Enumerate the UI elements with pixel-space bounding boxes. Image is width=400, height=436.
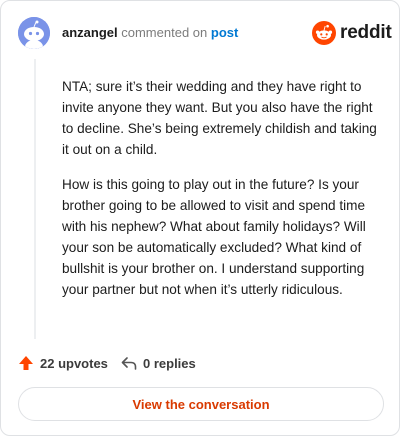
reddit-logo[interactable]: reddit xyxy=(312,21,392,45)
reddit-wordmark: reddit xyxy=(340,22,392,43)
comment-card: anzangel commented on post reddit NTA; s… xyxy=(0,0,400,436)
reply-arrow-icon xyxy=(121,357,137,370)
author-name[interactable]: anzangel xyxy=(62,25,118,40)
snoo-avatar-icon xyxy=(18,17,50,49)
upvotes-count: 22 upvotes xyxy=(40,355,108,371)
action-text: commented on xyxy=(121,25,208,40)
comment-body: NTA; sure it’s their wedding and they ha… xyxy=(62,76,384,314)
upvote-arrow-icon xyxy=(19,356,33,370)
reddit-snoo-icon xyxy=(312,21,336,45)
user-avatar[interactable] xyxy=(18,17,50,49)
comment-paragraph: NTA; sure it’s their wedding and they ha… xyxy=(62,79,377,157)
thread-line[interactable] xyxy=(34,59,36,339)
replies-count: 0 replies xyxy=(143,355,196,371)
comment-paragraph: How is this going to play out in the fut… xyxy=(62,177,366,297)
view-conversation-button[interactable]: View the conversation xyxy=(18,387,384,421)
replies-button[interactable]: 0 replies xyxy=(121,355,196,371)
upvotes-button[interactable]: 22 upvotes xyxy=(18,355,108,371)
post-link[interactable]: post xyxy=(211,25,238,40)
comment-header: anzangel commented on post xyxy=(62,25,238,41)
